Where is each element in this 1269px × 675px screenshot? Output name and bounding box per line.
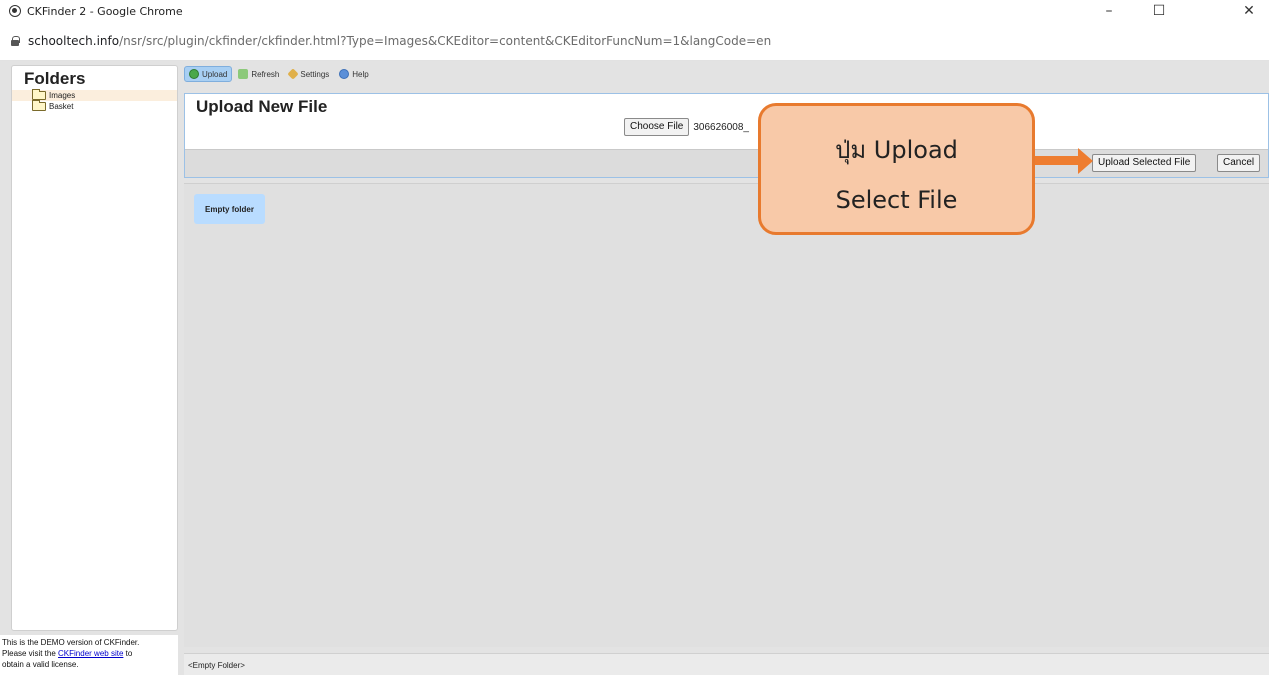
browser-titlebar: CKFinder 2 - Google Chrome [0,0,1269,22]
demo-post-link: to [123,649,133,658]
annotation-line-1: ปุ่ม Upload [835,136,958,164]
minimize-button[interactable]: – [1089,0,1129,22]
demo-line-1: This is the DEMO version of CKFinder. [2,638,140,647]
url-path: /nsr/src/plugin/ckfinder/ckfinder.html?T… [119,34,772,48]
folder-label: Images [49,91,76,100]
refresh-toolbar-label: Refresh [251,69,280,79]
folder-label: Basket [49,102,74,111]
ckfinder-website-link[interactable]: CKFinder web site [58,649,123,658]
lock-icon [11,36,20,46]
address-bar[interactable]: schooltech.info/nsr/src/plugin/ckfinder/… [0,22,1269,61]
annotation-arrow-shaft [1035,156,1080,165]
annotation-arrow-head-icon [1078,148,1093,174]
settings-toolbar-label: Settings [300,69,330,79]
help-icon [339,69,350,79]
toolbar: Upload Refresh Settings Help [184,65,375,83]
demo-line-3: obtain a valid license. [2,660,79,669]
upload-selected-file-button[interactable]: Upload Selected File [1092,154,1197,172]
chrome-app-icon [9,5,21,17]
annotation-line-2: Select File [835,186,958,214]
upload-panel: Upload New File Choose File 306626008_ U… [184,93,1269,178]
help-toolbar-label: Help [352,69,369,79]
url-host: schooltech.info [28,34,120,48]
demo-pre-link: Please visit the [2,649,59,658]
window-title: CKFinder 2 - Google Chrome [27,4,183,18]
url-text[interactable]: schooltech.info/nsr/src/plugin/ckfinder/… [28,34,771,48]
help-toolbar-button[interactable]: Help [335,66,372,82]
demo-line-2: Please visit the CKFinder web site to [2,648,178,659]
upload-panel-footer: Upload Selected File Cancel [185,149,1268,177]
chosen-file-name: 306626008_ [693,121,749,133]
annotation-callout: ปุ่ม Upload Select File [758,103,1035,235]
settings-icon [287,68,300,80]
maximize-button[interactable]: ☐ [1139,0,1179,22]
upload-icon [189,69,199,79]
file-chooser: Choose File 306626008_ [624,118,749,136]
demo-notice: This is the DEMO version of CKFinder. Pl… [0,635,178,675]
upload-toolbar-label: Upload [202,69,228,79]
empty-folder-label: Empty folder [194,194,265,224]
cancel-button[interactable]: Cancel [1217,154,1261,172]
folders-panel: Folders Images Basket [11,65,178,631]
folder-icon [32,100,46,111]
upload-toolbar-button[interactable]: Upload [184,66,233,82]
upload-panel-title: Upload New File [196,97,328,116]
close-button[interactable]: ✕ [1229,0,1269,22]
files-view[interactable]: Empty folder [184,183,1269,647]
choose-file-button[interactable]: Choose File [624,118,690,136]
settings-toolbar-button[interactable]: Settings [285,66,333,82]
folders-header: Folders [24,69,86,88]
refresh-icon [238,69,249,79]
status-bar: <Empty Folder> [184,653,1269,675]
refresh-toolbar-button[interactable]: Refresh [234,66,283,82]
folder-icon [32,89,46,100]
folder-item-basket[interactable]: Basket [12,100,177,112]
